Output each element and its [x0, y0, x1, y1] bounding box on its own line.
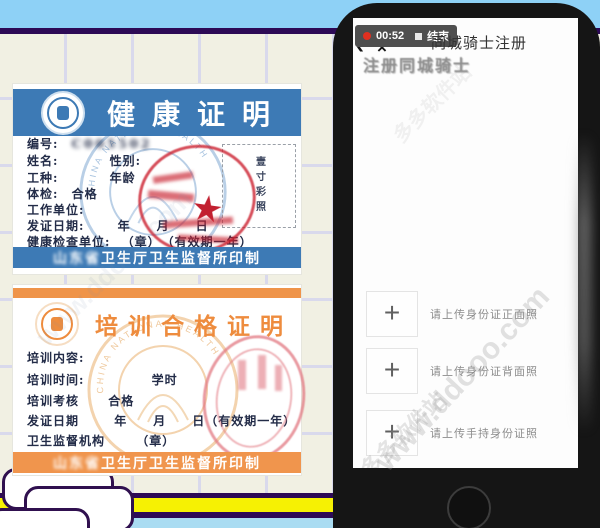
home-button[interactable]	[447, 486, 491, 528]
speech-bubble	[0, 508, 90, 528]
serial-number-blurred: C005502	[72, 137, 153, 151]
upload-row-id-back: + 请上传身份证背面照	[353, 348, 578, 392]
stamp-mark	[275, 365, 282, 391]
upload-id-front-button[interactable]: +	[366, 291, 418, 337]
upload-label: 请上传身份证正面照	[430, 306, 538, 322]
cert-row-exam: 体检: 合格	[27, 185, 98, 202]
cert-row-serial: 编号: C005502	[27, 135, 152, 152]
training-cert-top-strip	[13, 288, 301, 298]
stamp-mark	[238, 360, 246, 390]
training-certificate-card: CHINA NATIONAL HEALTH 培训合格证明 培训内容: 培训时间:…	[13, 285, 301, 475]
training-emblem-icon	[35, 302, 79, 346]
page-heading: 注册同城骑士	[363, 52, 471, 76]
screenshot-root: CHINA NATIONAL HEALTH 健康证明 编号: C005502 姓…	[0, 0, 600, 528]
health-cert-header: 健康证明	[13, 89, 301, 136]
recording-dot-icon	[363, 32, 371, 40]
cert-row-assessment: 培训考核 合格	[27, 392, 134, 409]
health-cert-footer: 山东省 卫生厅卫生监督所印制	[13, 247, 301, 268]
footer-province-blurred: 山东省	[53, 248, 101, 268]
upload-id-holding-button[interactable]: +	[366, 410, 418, 456]
upload-id-back-button[interactable]: +	[366, 348, 418, 394]
bezel-reflection	[576, 133, 592, 433]
cert-row-content: 培训内容:	[27, 349, 84, 366]
phone-screen: ‹ × 00:52 结束 同城骑士注册 注册同城骑士 + 请上传身份证正面照 +	[353, 18, 578, 468]
plus-icon: +	[384, 356, 400, 384]
training-cert-footer: 山东省 卫生厅卫生监督所印制	[13, 452, 301, 473]
health-cert-title: 健康证明	[107, 93, 287, 133]
stamp-mark	[258, 355, 266, 389]
health-emblem-icon	[41, 91, 85, 135]
phone-frame: ‹ × 00:52 结束 同城骑士注册 注册同城骑士 + 请上传身份证正面照 +	[333, 3, 600, 528]
cert-row-agency: 卫生监督机构 （章）	[27, 432, 175, 449]
upload-row-id-front: + 请上传身份证正面照	[353, 291, 578, 335]
plus-icon: +	[384, 299, 400, 327]
footer-province-blurred: 山东省	[53, 453, 101, 473]
upload-row-id-holding: + 请上传手持身份证照	[353, 410, 578, 454]
cert-row-employer: 工作单位:	[27, 201, 84, 218]
recording-time: 00:52	[376, 30, 404, 42]
plus-icon: +	[384, 418, 400, 446]
cert-row-job: 工种: 年龄	[27, 169, 136, 186]
pink-round-stamp	[194, 328, 314, 468]
cert-row-time: 培训时间: 学时	[27, 371, 178, 388]
health-certificate-card: CHINA NATIONAL HEALTH 健康证明 编号: C005502 姓…	[13, 84, 301, 274]
stop-icon[interactable]	[415, 33, 422, 40]
page-title: 同城骑士注册	[431, 32, 527, 53]
upload-label: 请上传身份证背面照	[430, 363, 538, 379]
upload-label: 请上传手持身份证照	[430, 425, 538, 441]
cert-row-name: 姓名: 性别:	[27, 152, 141, 169]
